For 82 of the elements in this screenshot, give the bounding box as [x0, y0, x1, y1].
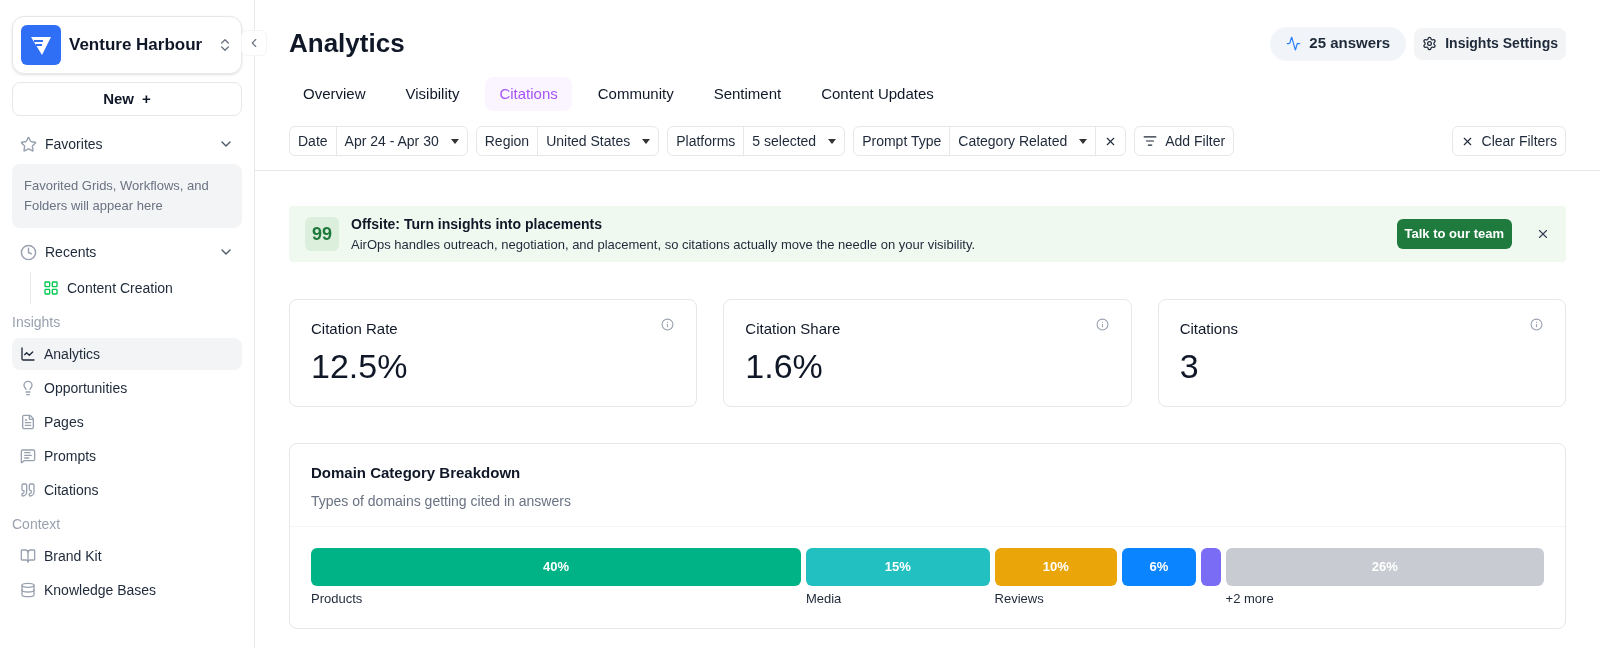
tab[interactable]: Citations	[485, 77, 572, 111]
card-subtitle: Types of domains getting cited in answers	[311, 491, 572, 511]
card-title: Domain Category Breakdown	[311, 463, 522, 483]
grid-icon	[43, 280, 59, 296]
filter-name: Region	[483, 131, 531, 151]
segment-label: Media	[805, 589, 842, 608]
segment-label: +2 more	[1225, 589, 1274, 608]
recent-item[interactable]: Content Creation	[43, 272, 242, 304]
tab[interactable]: Visibility	[391, 77, 474, 111]
tab[interactable]: Sentiment	[699, 77, 796, 111]
favorites-label: Favorites	[45, 134, 104, 154]
metric-label: Citation Share	[745, 319, 841, 339]
lightbulb-icon	[20, 380, 36, 396]
filter-icon	[1143, 134, 1158, 148]
book-icon	[20, 548, 36, 564]
settings-button[interactable]: Insights Settings	[1414, 27, 1566, 60]
filter-value[interactable]: Apr 24 - Apr 30	[335, 127, 467, 155]
filter-chip[interactable]: Platforms 5 selected	[667, 126, 846, 156]
collapse-button[interactable]	[241, 30, 267, 56]
metric-value: 12.5%	[311, 345, 409, 387]
talk-to-team-button[interactable]: Talk to our team	[1396, 219, 1512, 249]
tab[interactable]: Content Updates	[807, 77, 948, 111]
info-icon[interactable]	[1530, 318, 1543, 331]
star-icon	[20, 135, 37, 153]
filter-name: Prompt Type	[861, 131, 943, 151]
section-heading: Context	[12, 515, 62, 534]
filter-chip[interactable]: Prompt Type Category Related	[853, 126, 1127, 156]
filter-value[interactable]: United States	[537, 127, 659, 155]
section-heading: Insights	[12, 313, 62, 332]
nav-item[interactable]: Opportunities	[12, 372, 242, 404]
quote-badge: 99	[305, 217, 339, 251]
new-button[interactable]: New +	[12, 82, 242, 116]
add-filter-button[interactable]: Add Filter	[1134, 126, 1235, 156]
nav-item[interactable]: Pages	[12, 406, 242, 438]
caret-icon	[642, 138, 651, 144]
favorites-empty-note: Favorited Grids, Workflows, and Folders will appear here	[12, 164, 242, 228]
clear-filters-button[interactable]: Clear Filters	[1451, 126, 1566, 156]
caret-icon	[828, 138, 837, 144]
filter-chip[interactable]: Region United States	[475, 126, 660, 156]
document-icon	[20, 414, 36, 430]
banner-text: AirOps handles outreach, negotiation, and placement, so citations actually move the needle on your visibility.	[351, 235, 977, 254]
filter-chip[interactable]: Date Apr 24 - Apr 30	[289, 126, 468, 156]
logo-icon	[21, 25, 61, 65]
nav-item[interactable]: Analytics	[12, 338, 242, 370]
metric-label: Citations	[1179, 319, 1238, 339]
settings-icon	[1422, 36, 1438, 51]
quote-icon	[20, 482, 36, 498]
database-icon	[20, 582, 36, 598]
metric-label: Citation Rate	[311, 319, 398, 339]
caret-icon	[1079, 138, 1088, 144]
recents-header[interactable]: Recents	[12, 236, 242, 268]
caret-icon	[450, 138, 459, 144]
filter-value[interactable]: 5 selected	[743, 127, 845, 155]
recents-label: Recents	[45, 242, 98, 262]
filter-name: Platforms	[675, 131, 737, 151]
tab[interactable]: Overview	[289, 77, 380, 111]
filter-name: Date	[297, 131, 329, 151]
chart-icon	[20, 346, 36, 362]
breakdown-segment[interactable]: 6%	[1122, 547, 1196, 586]
nav-item[interactable]: Knowledge Bases	[12, 574, 242, 606]
clock-icon	[20, 243, 37, 261]
breakdown-segment[interactable]	[1200, 547, 1221, 586]
message-icon	[20, 448, 36, 464]
banner-title: Offsite: Turn insights into placements	[351, 214, 603, 234]
segment-label: Reviews	[994, 589, 1044, 608]
nav-item[interactable]: Prompts	[12, 440, 242, 472]
close-icon[interactable]	[1536, 227, 1550, 241]
page-title: Analytics	[289, 27, 406, 60]
tab[interactable]: Community	[583, 77, 688, 111]
segment-label: Products	[311, 589, 363, 608]
nav-item[interactable]: Brand Kit	[12, 540, 242, 572]
workspace-switcher[interactable]: Venture Harbour	[12, 16, 242, 74]
favorites-header[interactable]: Favorites	[12, 128, 242, 160]
info-icon[interactable]	[1095, 318, 1109, 331]
activity-icon	[1286, 36, 1302, 51]
metric-value: 3	[1179, 345, 1200, 387]
nav-item[interactable]: Citations	[12, 474, 242, 506]
metric-value: 1.6%	[745, 345, 824, 387]
filter-value[interactable]: Category Related	[949, 127, 1096, 155]
answers-pill[interactable]: 25 answers	[1270, 26, 1407, 61]
workspace-name: Venture Harbour	[69, 34, 204, 57]
info-icon[interactable]	[661, 318, 675, 331]
